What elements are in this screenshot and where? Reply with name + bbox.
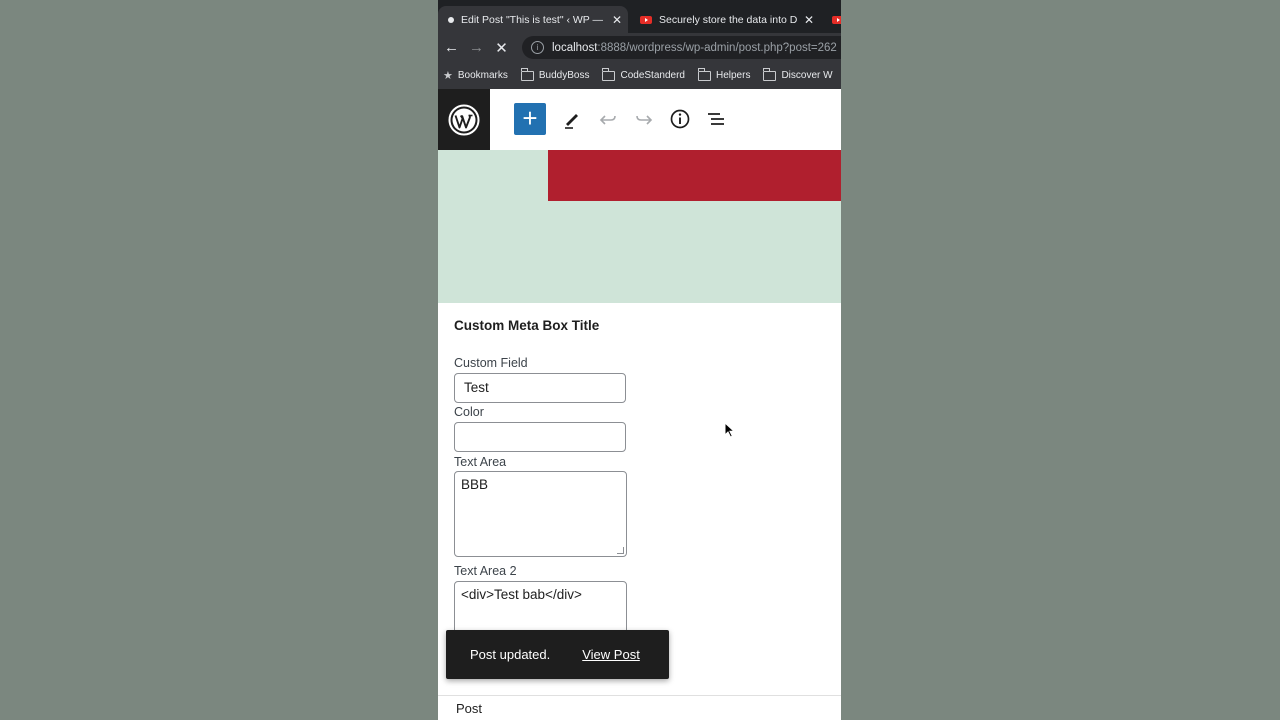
- info-icon[interactable]: [668, 107, 692, 131]
- folder-icon: [697, 67, 711, 81]
- view-post-link[interactable]: View Post: [582, 647, 640, 662]
- red-cover-block[interactable]: [548, 150, 841, 201]
- color-input[interactable]: [454, 422, 626, 452]
- back-arrow-icon[interactable]: ←: [439, 39, 464, 56]
- folder-icon: [520, 67, 534, 81]
- folder-icon: [602, 67, 616, 81]
- youtube-favicon-icon: [640, 15, 652, 24]
- address-bar[interactable]: i localhost:8888/wordpress/wp-admin/post…: [522, 36, 841, 59]
- bookmark-helpers[interactable]: Helpers: [697, 67, 751, 81]
- bookmark-label: Discover W: [781, 70, 833, 81]
- url-path: :8888/wordpress/wp-admin/post.php?post=2…: [597, 41, 837, 54]
- bookmark-codestanderd[interactable]: CodeStanderd: [602, 67, 685, 81]
- divider: [438, 695, 841, 696]
- bookmark-bookmarks[interactable]: ★ Bookmarks: [443, 69, 508, 82]
- editor-header: +: [438, 89, 841, 150]
- browser-window: Edit Post "This is test" ‹ WP — ✕ Secure…: [438, 0, 841, 720]
- folder-icon: [763, 67, 777, 81]
- site-info-icon[interactable]: i: [531, 41, 544, 54]
- snackbar-notice: Post updated. View Post: [446, 630, 669, 679]
- wordpress-logo-button[interactable]: [438, 89, 490, 150]
- add-block-button[interactable]: +: [514, 103, 546, 135]
- wordpress-logo-icon: [448, 104, 480, 135]
- custom-field-input[interactable]: Test: [454, 373, 626, 403]
- undo-icon[interactable]: [596, 107, 620, 131]
- text-area-2-value: <div>Test bab</div>: [461, 587, 582, 602]
- color-label: Color: [454, 405, 484, 419]
- pencil-tools-icon[interactable]: [560, 107, 584, 131]
- wordpress-favicon-icon: [448, 16, 454, 23]
- tab-title: Edit Post "This is test" ‹ WP —: [461, 13, 604, 26]
- text-area-input[interactable]: BBB: [454, 471, 627, 557]
- text-area-label: Text Area: [454, 455, 507, 469]
- youtube-favicon-icon: [832, 15, 841, 24]
- meta-box-title: Custom Meta Box Title: [454, 318, 600, 333]
- stop-loading-icon[interactable]: ✕: [489, 39, 514, 57]
- close-tab-icon[interactable]: ✕: [804, 13, 814, 27]
- bookmark-buddyboss[interactable]: BuddyBoss: [520, 67, 590, 81]
- tab-title: Securely store the data into DB: [659, 13, 797, 26]
- text-area-2-label: Text Area 2: [454, 564, 517, 578]
- editor-canvas: [438, 150, 841, 303]
- custom-field-label: Custom Field: [454, 356, 528, 370]
- bookmark-label: Bookmarks: [457, 70, 508, 81]
- custom-meta-box: Custom Meta Box Title Custom Field Test …: [438, 303, 841, 720]
- bookmark-label: CodeStanderd: [620, 70, 685, 81]
- forward-arrow-icon[interactable]: →: [464, 39, 489, 56]
- snackbar-message: Post updated.: [470, 647, 551, 662]
- star-icon: ★: [443, 70, 453, 82]
- bookmark-label: BuddyBoss: [538, 70, 590, 81]
- mouse-cursor-icon: [724, 422, 736, 438]
- resize-handle-icon[interactable]: [617, 547, 624, 554]
- post-panel-label[interactable]: Post: [456, 701, 482, 716]
- browser-tab-youtube[interactable]: Securely store the data into DB ✕: [630, 6, 820, 33]
- bookmark-label: Helpers: [715, 70, 751, 81]
- redo-icon[interactable]: [632, 107, 656, 131]
- browser-toolbar: ← → ✕ i localhost:8888/wordpress/wp-admi…: [438, 33, 841, 62]
- url-host: localhost: [552, 41, 598, 54]
- browser-tab-edit-post[interactable]: Edit Post "This is test" ‹ WP — ✕: [438, 6, 628, 33]
- list-view-icon[interactable]: [704, 107, 728, 131]
- browser-tab-youtube-2[interactable]: [822, 6, 841, 33]
- text-area-value: BBB: [461, 477, 489, 492]
- close-tab-icon[interactable]: ✕: [612, 13, 622, 27]
- bookmark-discover[interactable]: Discover W: [763, 67, 833, 81]
- bookmarks-bar: ★ Bookmarks BuddyBoss CodeStanderd Helpe…: [438, 62, 841, 89]
